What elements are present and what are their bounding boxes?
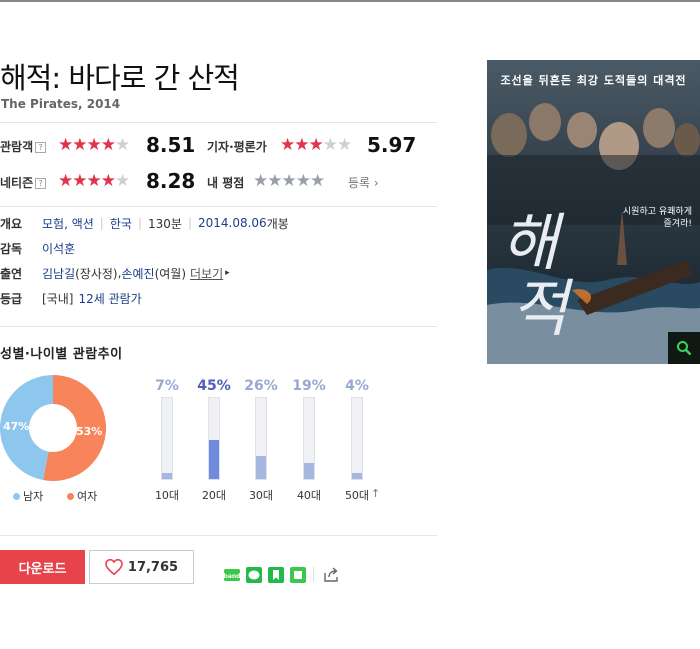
search-icon (677, 341, 692, 356)
movie-poster[interactable]: 조선을 뒤흔든 최강 도적들의 대격전 시원하고 유쾌하게 즐겨라! 해 적 (487, 60, 700, 364)
top-border (0, 0, 700, 2)
age-bar-fill (162, 473, 172, 479)
rating-row-2: 네티즌? ★★★★★ 8.28 내 평점 ★★★★★ 등록 › (0, 169, 437, 194)
cast-role-1: (장사정) (75, 266, 118, 281)
director-label: 감독 (0, 241, 23, 256)
critic-score: 5.97 (367, 133, 417, 157)
age-bar-category-label: 30대 (248, 489, 274, 502)
cast-row: 출연 김남길 (장사정) , 손예진 (여월) 더보기 ▸ (0, 263, 230, 283)
svg-text:band: band (224, 573, 240, 580)
separator (313, 567, 314, 582)
register-rating-link[interactable]: 등록 › (348, 174, 379, 191)
bookmark-share-icon[interactable] (268, 567, 284, 583)
male-dot (13, 492, 20, 500)
poster-logo-text: 해 적 (501, 206, 569, 345)
age-bar-fill (209, 440, 219, 479)
divider (0, 326, 437, 327)
divider (0, 206, 437, 207)
overview-label: 개요 (0, 216, 23, 231)
release-suffix: 개봉 (266, 216, 289, 231)
chevron-right-icon: ▸ (225, 268, 230, 278)
age-bar-track (208, 397, 220, 480)
poster-caption: 조선을 뒤흔든 최강 도적들의 대격전 (500, 74, 687, 87)
like-button[interactable]: 17,765 (89, 550, 194, 584)
netizen-rating-label: 네티즌? (0, 174, 47, 191)
age-bar-value-label: 26% (244, 378, 278, 394)
share-icon[interactable] (323, 567, 339, 583)
age-bar-track (255, 397, 267, 480)
separator: | (187, 216, 192, 230)
help-icon[interactable]: ? (35, 177, 47, 189)
runtime: 130분 (147, 216, 182, 231)
country-link[interactable]: 한국 (110, 215, 132, 232)
legend-female: 여자 (67, 488, 97, 504)
netizen-stars: ★★★★★ (58, 171, 130, 191)
cast-link-2[interactable]: 손예진 (121, 265, 154, 282)
female-dot (67, 492, 74, 500)
blog-share-icon[interactable] (290, 567, 306, 583)
legend-female-label: 여자 (77, 490, 98, 503)
age-bar-track (161, 397, 173, 480)
help-icon[interactable]: ? (35, 141, 47, 153)
cast-more-link[interactable]: 더보기 (190, 265, 223, 282)
download-button[interactable]: 다운로드 (0, 550, 85, 584)
grade-row: 등급 [국내] 12세 관람가 (0, 288, 142, 308)
like-count: 17,765 (127, 559, 179, 575)
original-title: The Pirates, 2014 (1, 97, 121, 111)
my-rating-label: 내 평점 (207, 176, 245, 190)
arrow-up-icon: ↑ (371, 487, 381, 500)
my-rating-stars[interactable]: ★★★★★ (253, 171, 325, 191)
age-bar-value-label: 45% (197, 378, 231, 394)
grade-label: 등급 (0, 291, 23, 306)
band-share-icon[interactable]: band (224, 567, 240, 583)
age-bar-category-label: 10대 (154, 489, 180, 502)
cast-link-1[interactable]: 김남길 (42, 265, 75, 282)
critic-stars: ★★★★★ (280, 135, 352, 155)
release-date-link[interactable]: 2014.08.06 (198, 216, 267, 230)
male-pct-label: 47% (3, 420, 30, 433)
cast-label: 출연 (0, 266, 23, 281)
grade-prefix: [국내] (42, 291, 74, 306)
audience-score: 8.51 (146, 133, 196, 157)
age-bar-category-label: 40대 (296, 489, 322, 502)
legend-male-label: 남자 (23, 490, 44, 503)
audience-rating-label: 관람객? (0, 138, 47, 155)
divider (0, 122, 437, 123)
age-bar-category-label: 20대 (201, 489, 227, 502)
line-share-icon[interactable] (246, 567, 262, 583)
age-bar-value-label: 4% (345, 378, 369, 394)
critic-rating-label: 기자·평론가 (207, 140, 267, 154)
age-bar-track (303, 397, 315, 480)
director-link[interactable]: 이석훈 (42, 240, 75, 257)
age-bar-value-label: 19% (292, 378, 326, 394)
age-bar-value-label: 7% (155, 378, 179, 394)
demographics-title: 성별·나이별 관람추이 (0, 347, 123, 362)
rating-row-1: 관람객? ★★★★★ 8.51 기자·평론가 ★★★★★ 5.97 (0, 133, 437, 158)
netizen-score: 8.28 (146, 169, 196, 193)
divider (0, 535, 437, 536)
age-bar-fill (352, 473, 362, 479)
poster-tagline: 시원하고 유쾌하게 즐겨라! (622, 207, 692, 229)
director-row: 감독 이석훈 (0, 238, 75, 258)
age-bar-fill (256, 456, 266, 479)
cast-role-2: (여월) (154, 266, 187, 281)
age-bar-track (351, 397, 363, 480)
age-bar-fill (304, 463, 314, 479)
separator: | (99, 216, 104, 230)
page-title: 해적: 바다로 간 산적 (0, 61, 240, 95)
legend-male: 남자 (13, 488, 43, 504)
female-pct-label: 53% (76, 425, 103, 438)
genre-link[interactable]: 모험, 액션 (42, 215, 94, 232)
overview-row: 개요 모험, 액션 | 한국 | 130분 | 2014.08.06 개봉 (0, 213, 289, 233)
heart-icon (105, 559, 123, 575)
poster-zoom-button[interactable] (668, 332, 700, 364)
audience-stars: ★★★★★ (58, 135, 130, 155)
grade-link[interactable]: 12세 관람가 (78, 290, 141, 307)
separator: | (137, 216, 142, 230)
